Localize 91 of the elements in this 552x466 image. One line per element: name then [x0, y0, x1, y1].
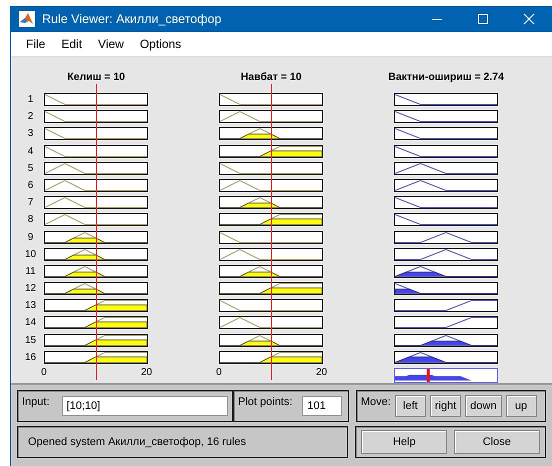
rule-number: 9 — [26, 230, 34, 244]
menu-item[interactable]: View — [90, 37, 132, 51]
membership-plot[interactable] — [394, 127, 498, 140]
membership-plot[interactable] — [394, 93, 498, 106]
membership-plot[interactable] — [394, 230, 498, 244]
membership-plot[interactable] — [44, 93, 148, 106]
window-title: Rule Viewer: Акилли_светофор — [42, 12, 222, 26]
input-field[interactable]: [10;10] — [62, 396, 228, 416]
status-text: Opened system Акилли_светофор, 16 rules — [28, 436, 246, 448]
membership-plot[interactable] — [219, 127, 324, 140]
membership-plot[interactable] — [219, 213, 324, 226]
membership-plot[interactable] — [394, 110, 498, 124]
membership-plot[interactable] — [219, 110, 324, 124]
output-title: Вактни-ошириш = 2.74 — [387, 71, 505, 85]
membership-plot[interactable] — [394, 299, 498, 312]
rule-number: 5 — [26, 162, 34, 175]
input-label: Input: — [22, 396, 50, 408]
membership-plot[interactable] — [44, 196, 148, 210]
membership-plot[interactable] — [394, 213, 498, 226]
membership-plot[interactable] — [44, 144, 148, 158]
rule-number: 6 — [26, 178, 34, 192]
membership-plot[interactable] — [219, 282, 324, 296]
rule-number: 12 — [25, 282, 36, 296]
membership-plot[interactable] — [219, 230, 324, 244]
membership-plot[interactable] — [394, 334, 498, 347]
rule-number: 7 — [26, 196, 34, 210]
rule-number: 11 — [25, 264, 36, 278]
axis-label: 0 — [216, 366, 222, 378]
axis-label: 20 — [316, 366, 328, 378]
move-button[interactable]: left — [394, 395, 426, 417]
membership-plot[interactable] — [219, 264, 324, 278]
membership-plot[interactable] — [44, 316, 148, 330]
membership-plot[interactable] — [44, 162, 148, 175]
rule-number: 4 — [26, 144, 34, 158]
membership-plot[interactable] — [219, 93, 324, 106]
input-cursor-line[interactable] — [271, 84, 272, 380]
rule-number: 8 — [26, 213, 34, 226]
plot-points-label: Plot points: — [238, 396, 292, 408]
rule-number: 16 — [25, 350, 36, 364]
membership-plot[interactable] — [394, 350, 498, 364]
membership-plot[interactable] — [394, 316, 498, 330]
input-title: Келиш = 10 — [66, 71, 126, 85]
membership-plot[interactable] — [394, 178, 498, 192]
membership-plot[interactable] — [44, 264, 148, 278]
rule-number: 2 — [26, 110, 34, 124]
membership-plot[interactable] — [44, 178, 148, 192]
menu-item[interactable]: File — [18, 37, 54, 51]
membership-plot[interactable] — [219, 144, 324, 158]
membership-plot[interactable] — [394, 264, 498, 278]
rule-number: 1 — [26, 93, 34, 106]
membership-plot[interactable] — [394, 162, 498, 175]
rule-number: 15 — [25, 334, 36, 347]
membership-plot[interactable] — [394, 144, 498, 158]
membership-plot[interactable] — [44, 110, 148, 124]
axis-label: 20 — [141, 366, 152, 378]
move-label: Move: — [360, 396, 391, 408]
move-button[interactable]: down — [465, 395, 502, 417]
dialog-button[interactable]: Close — [454, 430, 540, 454]
membership-plot[interactable] — [219, 178, 324, 192]
membership-plot[interactable] — [219, 334, 324, 347]
app-icon — [19, 11, 35, 27]
menu-item[interactable]: Options — [132, 37, 190, 51]
membership-plot[interactable] — [44, 299, 148, 312]
membership-plot[interactable] — [219, 248, 324, 261]
rule-number: 13 — [25, 299, 36, 312]
move-button[interactable]: right — [430, 395, 462, 417]
membership-plot[interactable] — [219, 162, 324, 175]
rule-number: 14 — [25, 316, 36, 330]
membership-plot[interactable] — [394, 282, 498, 296]
axis-label: 0 — [41, 366, 47, 378]
plot-points-field[interactable]: 101 — [302, 396, 342, 416]
membership-plot[interactable] — [394, 248, 498, 261]
input-cursor-line[interactable] — [96, 84, 98, 380]
rule-number: 3 — [26, 127, 34, 140]
rule-number: 10 — [25, 248, 36, 261]
membership-plot[interactable] — [44, 282, 148, 296]
membership-plot[interactable] — [44, 248, 148, 261]
menu-item[interactable]: Edit — [53, 37, 90, 51]
membership-plot[interactable] — [44, 350, 148, 364]
dialog-button[interactable]: Help — [361, 430, 448, 454]
membership-plot[interactable] — [219, 350, 324, 364]
input-title: Навбат = 10 — [240, 71, 303, 85]
membership-plot[interactable] — [44, 230, 148, 244]
membership-plot[interactable] — [44, 334, 148, 347]
membership-plot[interactable] — [219, 299, 324, 312]
membership-plot[interactable] — [219, 316, 324, 330]
membership-plot[interactable] — [44, 213, 148, 226]
membership-plot[interactable] — [394, 196, 498, 210]
membership-plot[interactable] — [44, 127, 148, 140]
membership-plot[interactable] — [219, 196, 324, 210]
move-button[interactable]: up — [506, 395, 537, 417]
